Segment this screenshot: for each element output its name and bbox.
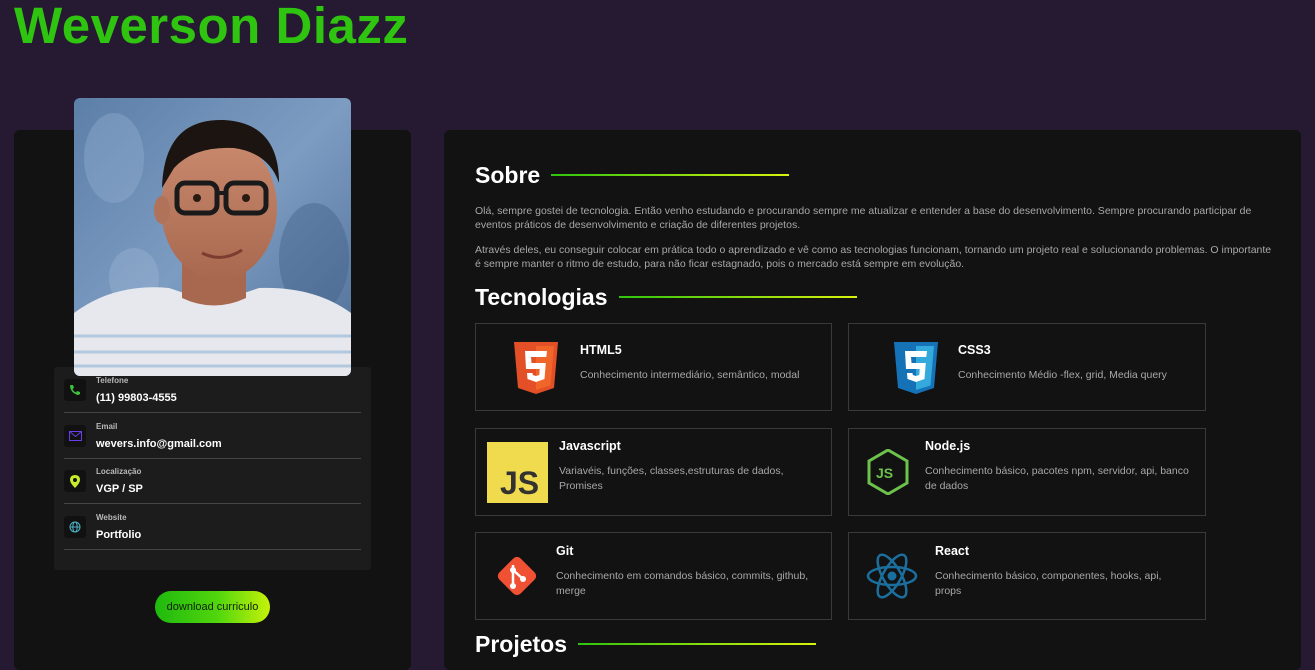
css3-icon (894, 342, 938, 394)
section-heading-about: Sobre (475, 160, 790, 190)
tech-desc: Conhecimento básico, pacotes npm, servid… (925, 465, 1189, 492)
phone-icon (64, 379, 86, 401)
tech-card-css3: CSS3 Conhecimento Médio -flex, grid, Med… (848, 323, 1206, 411)
html5-icon (514, 342, 558, 394)
tech-desc: Variavéis, funções, classes,estruturas d… (559, 465, 784, 492)
mail-icon (64, 425, 86, 447)
tech-desc: Conhecimento em comandos básico, commits… (556, 570, 809, 597)
tech-card-react: React Conhecimento básico, componentes, … (848, 532, 1206, 620)
contact-label: Localização (96, 467, 142, 476)
tech-card-git: Git Conhecimento em comandos básico, com… (475, 532, 832, 620)
contact-label: Email (96, 422, 118, 431)
tech-name: Javascript (559, 439, 621, 453)
contact-value: VGP / SP (96, 483, 143, 495)
tech-name: Git (556, 544, 574, 558)
heading-underline (578, 643, 817, 645)
globe-icon (64, 516, 86, 538)
main-card: Sobre Olá, sempre gostei de tecnologia. … (444, 130, 1301, 670)
git-icon (497, 556, 537, 596)
profile-photo (74, 98, 351, 376)
about-paragraph: Através deles, eu conseguir colocar em p… (475, 244, 1272, 270)
react-icon (866, 553, 918, 599)
tech-desc: Conhecimento Médio -flex, grid, Media qu… (958, 369, 1167, 381)
contact-value[interactable]: Portfolio (96, 529, 141, 541)
about-paragraph: Olá, sempre gostei de tecnologia. Então … (475, 205, 1252, 231)
tech-card-javascript: JS Javascript Variavéis, funções, classe… (475, 428, 832, 516)
contact-item-website: Website Portfolio (64, 504, 361, 550)
tech-card-nodejs: JS Node.js Conhecimento básico, pacotes … (848, 428, 1206, 516)
section-heading-projects: Projetos (475, 629, 817, 659)
contact-item-email: Email wevers.info@gmail.com (64, 413, 361, 459)
section-heading-technologies: Tecnologias (475, 282, 857, 312)
section-title: Projetos (475, 631, 568, 657)
contact-value: (11) 99803-4555 (96, 392, 177, 404)
tech-desc: Conhecimento básico, componentes, hooks,… (935, 570, 1162, 597)
heading-underline (551, 174, 790, 176)
tech-card-html5: HTML5 Conhecimento intermediário, semânt… (475, 323, 832, 411)
tech-name: HTML5 (580, 343, 622, 357)
contact-label: Website (96, 513, 127, 522)
contact-value[interactable]: wevers.info@gmail.com (96, 438, 222, 450)
contact-item-location: Localização VGP / SP (64, 458, 361, 504)
tech-name: CSS3 (958, 343, 991, 357)
section-title: Sobre (475, 162, 541, 188)
heading-underline (618, 296, 857, 298)
javascript-icon: JS (487, 442, 548, 503)
svg-text:JS: JS (876, 465, 893, 481)
contact-label: Telefone (96, 376, 129, 385)
tech-name: Node.js (925, 439, 971, 453)
contact-list: Telefone (11) 99803-4555 Email wevers.in… (54, 367, 371, 570)
site-title: Weverson Diazz (14, 0, 409, 54)
svg-text:JS: JS (500, 465, 539, 501)
download-cv-button[interactable]: download curriculo (155, 591, 270, 623)
nodejs-icon: JS (867, 449, 909, 495)
section-title: Tecnologias (475, 284, 608, 310)
tech-name: React (935, 544, 970, 558)
location-pin-icon (64, 470, 86, 492)
tech-desc: Conhecimento intermediário, semântico, m… (580, 369, 800, 381)
